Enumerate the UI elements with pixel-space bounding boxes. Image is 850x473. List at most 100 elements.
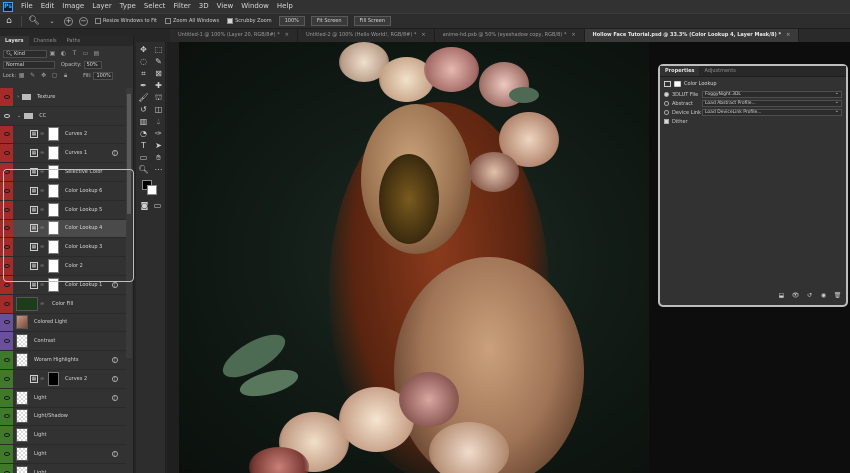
visibility-eye-icon[interactable] (0, 294, 13, 313)
toggle-visibility-icon[interactable]: ◉ (819, 292, 828, 300)
visibility-eye-icon[interactable] (0, 369, 13, 388)
device-link-radio[interactable] (664, 110, 669, 115)
lock-image-icon[interactable]: ✎ (29, 72, 36, 79)
layer-row[interactable]: ▦ ∞ Color 2 (0, 257, 126, 276)
menu-view[interactable]: View (213, 0, 238, 13)
layer-thumbnail[interactable] (16, 447, 28, 462)
visibility-eye-icon[interactable] (0, 257, 13, 275)
artboard-tool-icon[interactable]: ⬚ (152, 44, 165, 55)
link-chain-icon[interactable]: ∞ (40, 263, 46, 269)
layer-row[interactable]: ▦ ∞ Color Lookup 3 (0, 238, 126, 258)
visibility-eye-icon[interactable] (0, 426, 13, 445)
layer-thumbnail[interactable] (16, 390, 28, 405)
zoom-tool-icon[interactable]: 🔍︎ (28, 15, 40, 27)
layer-row[interactable]: ▦ ∞ Curves 1 ƒ (0, 144, 126, 164)
zoom-out-icon[interactable]: − (79, 16, 88, 26)
visibility-eye-icon[interactable] (0, 388, 13, 407)
layer-row[interactable]: Light/Shadow (0, 407, 126, 427)
layer-effects-icon[interactable]: ƒ (112, 394, 118, 401)
layer-row[interactable]: ▦ ∞ Color Lookup 5 (0, 200, 126, 220)
layer-thumbnail[interactable] (16, 465, 28, 473)
close-icon[interactable]: × (571, 32, 575, 38)
layer-effects-icon[interactable]: ƒ (112, 357, 118, 364)
layer-mask-thumbnail[interactable] (48, 240, 59, 255)
link-chain-icon[interactable]: ∞ (40, 282, 46, 288)
lock-artboard-icon[interactable]: ▢ (51, 72, 58, 79)
close-icon[interactable]: × (421, 32, 425, 38)
layer-mask-thumbnail[interactable] (48, 165, 59, 180)
background-color-swatch[interactable] (147, 185, 157, 195)
visibility-eye-icon[interactable] (0, 407, 13, 426)
path-select-icon[interactable]: ➤ (152, 140, 165, 151)
layer-row[interactable]: Contrast (0, 332, 126, 352)
layer-row[interactable]: ∞ Color Fill (0, 294, 126, 314)
shape-tool-icon[interactable]: ▭ (137, 152, 150, 163)
menu-edit[interactable]: Edit (37, 0, 59, 13)
tab-adjustments[interactable]: Adjustments (699, 66, 740, 76)
menu-filter[interactable]: Filter (169, 0, 194, 13)
trash-icon[interactable]: 🗑︎ (833, 292, 842, 300)
type-tool-icon[interactable]: T (137, 140, 150, 151)
healing-brush-icon[interactable]: ✚ (152, 80, 165, 91)
layer-thumbnail[interactable] (16, 428, 28, 443)
layer-mask-thumbnail[interactable] (48, 277, 59, 292)
pen-tool-icon[interactable]: ✑ (152, 128, 165, 139)
layer-row[interactable]: ▦ ∞ Curves 2 ƒ (0, 369, 126, 389)
folder-expand-icon[interactable]: › (17, 94, 19, 100)
tab-properties[interactable]: Properties (660, 66, 700, 76)
fill-input[interactable]: 100% (93, 71, 114, 80)
filter-shape-icon[interactable]: ▭ (82, 50, 89, 57)
quick-select-tool-icon[interactable]: ✎ (152, 56, 165, 67)
eyedropper-tool-icon[interactable]: ✒ (137, 80, 150, 91)
dither-checkbox[interactable] (664, 119, 669, 124)
resize-windows-checkbox[interactable]: Resize Windows to Fit (95, 18, 157, 24)
blur-tool-icon[interactable]: 💧︎ (152, 116, 165, 127)
filter-smart-object-icon[interactable]: ▤ (93, 50, 100, 57)
layer-effects-icon[interactable]: ƒ (112, 281, 118, 288)
visibility-eye-icon[interactable] (0, 351, 13, 369)
visibility-eye-icon[interactable] (0, 181, 13, 200)
lut-file-radio[interactable] (664, 92, 669, 97)
abstract-select[interactable]: Load Abstract Profile... (702, 99, 842, 107)
visibility-eye-icon[interactable] (0, 238, 13, 257)
doc-tab[interactable]: anime-hd.psb @ 50% (eyeshadow copy, RGB/… (435, 29, 585, 42)
layer-mask-thumbnail[interactable] (48, 221, 59, 236)
menu-image[interactable]: Image (58, 0, 88, 13)
visibility-eye-icon[interactable] (0, 275, 13, 294)
layer-row[interactable]: Light ƒ (0, 388, 126, 408)
layers-scrollbar[interactable] (126, 88, 132, 358)
move-tool-icon[interactable]: ✥ (137, 44, 150, 55)
visibility-eye-icon[interactable] (0, 125, 13, 144)
layer-mask-thumbnail[interactable] (48, 259, 59, 274)
layer-mask-icon[interactable] (674, 80, 681, 87)
opacity-input[interactable]: 50% (83, 60, 102, 69)
close-icon[interactable]: × (285, 32, 289, 38)
menu-3d[interactable]: 3D (195, 0, 213, 13)
filter-adjustment-icon[interactable]: ◐ (60, 50, 67, 57)
layer-mask-thumbnail[interactable] (48, 371, 59, 386)
blend-mode-select[interactable]: Normal (3, 60, 55, 69)
link-chain-icon[interactable]: ∞ (40, 225, 46, 231)
layer-row[interactable]: Light (0, 426, 126, 446)
layer-row[interactable]: ▦ ∞ Selective Color (0, 163, 126, 182)
link-chain-icon[interactable]: ∞ (40, 207, 46, 213)
zoom-100-button[interactable]: 100% (278, 16, 305, 26)
menu-window[interactable]: Window (237, 0, 273, 13)
quick-mask-icon[interactable]: ◙ (138, 200, 151, 211)
layer-mask-thumbnail[interactable] (48, 202, 59, 217)
link-chain-icon[interactable]: ∞ (40, 244, 46, 250)
layer-thumbnail[interactable] (16, 409, 28, 424)
layer-thumbnail[interactable] (16, 334, 28, 349)
zoom-tool-icon[interactable]: 🔍︎ (137, 164, 150, 175)
screen-mode-icon[interactable]: ▭ (151, 200, 164, 211)
history-brush-icon[interactable]: ↺ (137, 104, 150, 115)
menu-layer[interactable]: Layer (88, 0, 116, 13)
menu-help[interactable]: Help (273, 0, 297, 13)
visibility-eye-icon[interactable] (0, 144, 13, 163)
visibility-eye-icon[interactable] (0, 445, 13, 463)
lock-position-icon[interactable]: ✥ (40, 72, 47, 79)
lut-file-select[interactable]: FoggyNight.3DL (702, 90, 842, 98)
layer-mask-thumbnail[interactable] (48, 183, 59, 198)
filter-pixel-icon[interactable]: ▣ (49, 50, 56, 57)
dodge-tool-icon[interactable]: ◔ (137, 128, 150, 139)
